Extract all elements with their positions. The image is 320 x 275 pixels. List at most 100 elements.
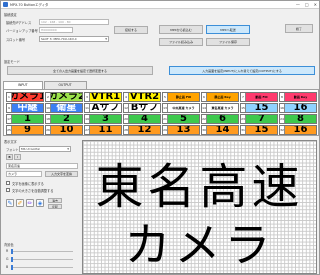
- clear-button[interactable]: 消去: [48, 198, 62, 203]
- eraser-icon[interactable]: ✏: [26, 199, 34, 207]
- io-button-2[interactable]: 2 カメラ2: [45, 92, 83, 102]
- io-button-label: 中継: [12, 104, 43, 112]
- version-label: バージョンアップ番号: [6, 29, 38, 33]
- io-button-28[interactable]: 28 12: [123, 125, 161, 135]
- io-button-20[interactable]: 20 4: [123, 114, 161, 124]
- show-text-checkbox[interactable]: [6, 181, 10, 185]
- io-button-16[interactable]: 16 16: [279, 103, 317, 113]
- ip-address-field[interactable]: 192 . 168 . 100 . 80: [39, 19, 109, 25]
- connect-button[interactable]: 接続する: [114, 26, 148, 34]
- close-icon[interactable]: ✕: [314, 2, 317, 7]
- italic-button[interactable]: I: [14, 154, 21, 160]
- io-button-1[interactable]: 1 カメラ1: [6, 92, 44, 102]
- io-button-label: 動画 Key: [285, 93, 316, 101]
- io-button-9[interactable]: 9 中継: [6, 103, 44, 113]
- red-slider[interactable]: [11, 249, 13, 254]
- pixel-editor-canvas[interactable]: 東名高速 カメラ: [82, 140, 317, 274]
- io-button-label: カメラ1: [12, 93, 43, 101]
- io-button-label: 15: [246, 104, 277, 112]
- maximize-icon[interactable]: □: [305, 2, 309, 7]
- io-button-label: 2: [51, 115, 82, 123]
- io-button-31[interactable]: 31 15: [240, 125, 278, 135]
- app-window: MPX-70 Buttonエディタ — □ ✕ 接続設定 接続先IPアドレス 1…: [0, 0, 320, 275]
- io-button-label: 13: [168, 126, 199, 134]
- io-button-label: 16: [285, 104, 316, 112]
- slot-select[interactable]: SLOT 3: MPX-70U-1KV-C: [39, 36, 109, 42]
- io-button-10[interactable]: 10 衛星: [45, 103, 83, 113]
- convert-text-button[interactable]: 入力文字を変換: [45, 171, 78, 177]
- io-button-label: Aサブ: [90, 104, 121, 112]
- mode-all-button[interactable]: 全ての入出力画面を設定で選択変更する: [7, 66, 153, 75]
- io-button-15[interactable]: 15 15: [240, 103, 278, 113]
- io-button-30[interactable]: 30 14: [201, 125, 239, 135]
- io-button-11[interactable]: 11 Aサブ: [84, 103, 122, 113]
- io-button-label: カメラ2: [51, 93, 82, 101]
- slot-label: スロット番号: [6, 38, 26, 42]
- io-button-label: VTR2: [129, 93, 160, 101]
- io-button-18[interactable]: 18 2: [45, 114, 83, 124]
- editor-panel: 表示文字 フォント MS UI Gothic B I 東名高速 カメラ 入力文字…: [3, 138, 80, 274]
- io-button-32[interactable]: 32 16: [279, 125, 317, 135]
- io-button-29[interactable]: 29 13: [162, 125, 200, 135]
- io-button-label: Bサブ: [129, 104, 160, 112]
- io-button-23[interactable]: 23 7: [240, 114, 278, 124]
- io-button-label: 7: [246, 115, 277, 123]
- io-button-6[interactable]: 6 静止画 Key: [201, 92, 239, 102]
- show-text-label: 文字を画像に表示する: [12, 182, 44, 186]
- io-button-22[interactable]: 22 6: [201, 114, 239, 124]
- fill-icon[interactable]: ◈: [36, 199, 44, 207]
- io-button-12[interactable]: 12 Bサブ: [123, 103, 161, 113]
- io-button-label: 東名高速 カメラ: [207, 104, 238, 112]
- io-button-7[interactable]: 7 動画 Fill: [240, 92, 278, 102]
- text-group-label: 表示文字: [4, 140, 17, 144]
- io-button-27[interactable]: 27 11: [84, 125, 122, 135]
- io-button-3[interactable]: 3 VTR1: [84, 92, 122, 102]
- io-button-label: 6: [207, 115, 238, 123]
- io-button-26[interactable]: 26 10: [45, 125, 83, 135]
- auto-size-checkbox[interactable]: [6, 188, 10, 192]
- exit-button[interactable]: 終了: [285, 24, 313, 33]
- green-label: G: [6, 257, 9, 261]
- io-button-label: 15: [246, 126, 277, 134]
- io-button-25[interactable]: 25 9: [6, 125, 44, 135]
- io-button-label: 10: [51, 126, 82, 134]
- io-button-5[interactable]: 5 静止画 Fill: [162, 92, 200, 102]
- file-save-button[interactable]: ファイル保存: [206, 38, 250, 46]
- bold-button[interactable]: B: [6, 154, 13, 160]
- io-button-label: 動画 Fill: [246, 93, 277, 101]
- io-button-13[interactable]: 13 中央高速 カメラ: [162, 103, 200, 113]
- text-line1-input[interactable]: 東名高速: [6, 163, 78, 169]
- io-button-14[interactable]: 14 東名高速 カメラ: [201, 103, 239, 113]
- io-button-label: 中央高速 カメラ: [168, 104, 199, 112]
- io-button-label: 1: [12, 115, 43, 123]
- send-to-mpx-button[interactable]: MPXへ転送: [206, 25, 250, 34]
- minimize-icon[interactable]: —: [296, 2, 300, 7]
- io-button-21[interactable]: 21 5: [162, 114, 200, 124]
- io-button-17[interactable]: 17 1: [6, 114, 44, 124]
- io-button-19[interactable]: 19 3: [84, 114, 122, 124]
- file-read-button[interactable]: ファイル読み込み: [159, 38, 203, 46]
- tab-input[interactable]: INPUT: [3, 81, 43, 89]
- load-from-mpx-button[interactable]: MPXから読込む: [159, 25, 203, 34]
- green-slider-track: [11, 259, 73, 260]
- auto-size-label: 文字の大きさを自動調整する: [12, 189, 54, 193]
- preview-line2: カメラ: [124, 218, 275, 272]
- brush-icon[interactable]: ✐: [16, 199, 24, 207]
- io-button-8[interactable]: 8 動画 Key: [279, 92, 317, 102]
- blue-slider[interactable]: [11, 265, 13, 270]
- window-controls: — □ ✕: [296, 2, 317, 7]
- mode-group-label: 設定モード: [4, 60, 20, 64]
- green-slider[interactable]: [11, 257, 13, 262]
- invert-button[interactable]: 反転: [48, 204, 62, 209]
- tab-output[interactable]: OUTPUT: [43, 81, 87, 89]
- io-button-24[interactable]: 24 8: [279, 114, 317, 124]
- io-button-label: 11: [90, 126, 121, 134]
- pencil-icon[interactable]: ✎: [6, 199, 14, 207]
- red-slider-track: [11, 251, 73, 252]
- io-button-4[interactable]: 4 VTR2: [123, 92, 161, 102]
- text-line2-input[interactable]: カメラ: [6, 171, 42, 177]
- font-select[interactable]: MS UI Gothic: [19, 146, 71, 152]
- io-button-label: 静止画 Key: [207, 93, 238, 101]
- io-button-label: 3: [90, 115, 121, 123]
- mode-swap-button[interactable]: 入力画面を設定(INPUT)に入れ替えて設定(OUTPUT)にする: [169, 66, 315, 75]
